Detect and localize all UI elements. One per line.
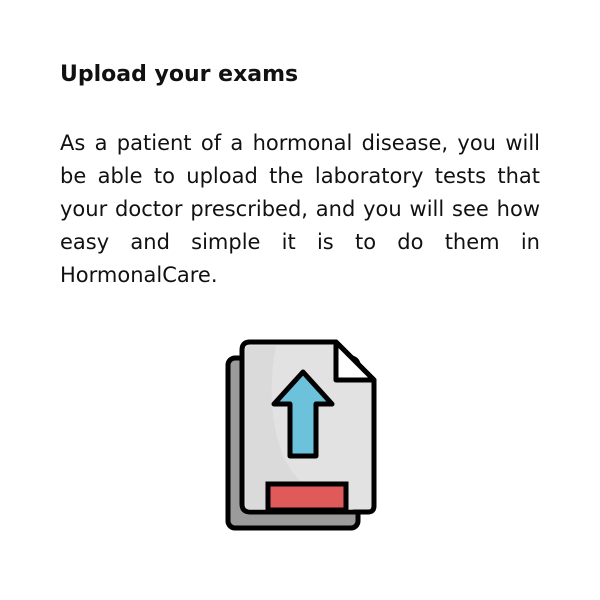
folded-corner [333,339,377,383]
description-text: As a patient of a hormonal disease, you … [60,131,540,287]
file-upload-icon [225,339,377,531]
red-bar [265,481,349,513]
upload-exams-card: Upload your exams As a patient of a horm… [0,0,600,600]
page-title: Upload your exams [60,62,299,87]
